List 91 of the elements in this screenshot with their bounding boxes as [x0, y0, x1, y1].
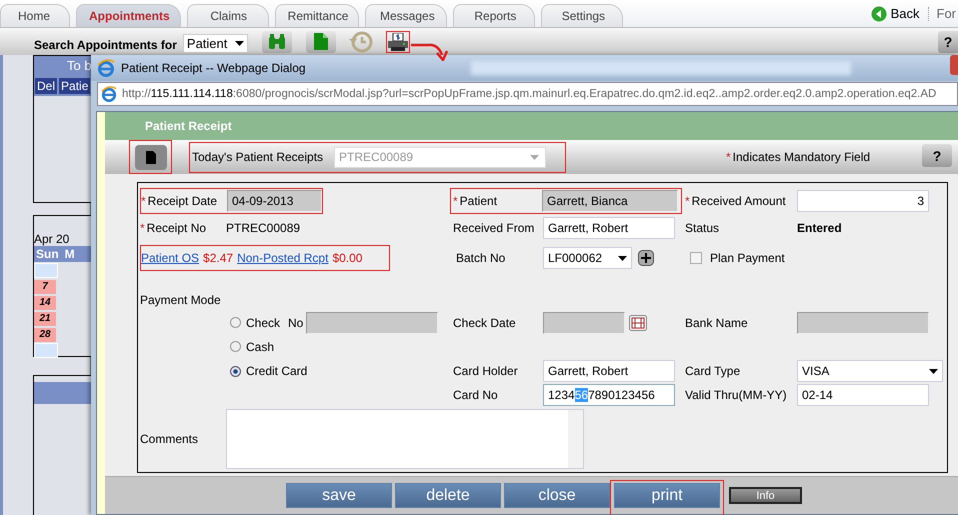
- radio-label: Cash: [246, 340, 274, 354]
- address-field[interactable]: http://115.111.114.118:6080/prognocis/scrModal.jsp?url=scrPopUpFrame.jsp.qm.mainurl.eq.Erapatrec.do.qm2.id.eq2..amp2.order.eq2.0.amp2.operation.eq2.AD: [97, 82, 958, 106]
- caret-icon: [929, 368, 938, 374]
- nav-tab[interactable]: Home: [0, 4, 70, 27]
- field-label: Valid Thru(MM-YY): [685, 388, 788, 402]
- field-label: Received From: [453, 220, 536, 234]
- back-link[interactable]: Back: [890, 6, 920, 21]
- field-label: Check Date: [453, 316, 517, 330]
- calendar-month: Apr 20: [34, 232, 70, 246]
- field-label: * Received Amount: [685, 194, 787, 208]
- document-icon: [146, 150, 156, 164]
- new-receipt-button[interactable]: [134, 144, 166, 170]
- action-button[interactable]: delete: [395, 483, 501, 508]
- column-header: Patie: [59, 78, 90, 94]
- radio-label: Check: [246, 316, 280, 330]
- field-label: * Patient: [453, 194, 498, 208]
- scrollbar[interactable]: [568, 410, 583, 468]
- add-icon[interactable]: [638, 250, 654, 266]
- nav-tab[interactable]: Settings: [541, 4, 624, 27]
- curved-arrow-icon: [410, 41, 450, 61]
- calendar-day[interactable]: [34, 343, 58, 358]
- forward-link[interactable]: For: [936, 6, 956, 21]
- document-icon: [314, 33, 328, 50]
- dialog-title: Patient Receipt -- Webpage Dialog: [121, 60, 306, 75]
- card-number-field[interactable]: 1234567890123456: [543, 384, 675, 406]
- checkbox-label: Plan Payment: [710, 251, 785, 265]
- field-label: Batch No: [455, 251, 506, 265]
- radio-button[interactable]: [230, 366, 241, 376]
- radio-button[interactable]: [230, 341, 241, 352]
- column-header: Del: [35, 78, 58, 94]
- plan-payment-checkbox[interactable]: [690, 252, 702, 264]
- nav-tab[interactable]: Messages: [365, 4, 448, 27]
- status-value: Entered: [797, 220, 843, 234]
- field-label: * Receipt No: [140, 220, 208, 234]
- action-button[interactable]: close: [504, 483, 610, 508]
- field-label: Bank Name: [685, 316, 749, 330]
- amount-text: $2.47: [203, 251, 234, 265]
- action-button[interactable]: save: [286, 483, 392, 508]
- new-document-button[interactable]: [306, 30, 336, 52]
- caret-icon: [530, 154, 540, 160]
- weekday-header: Sun: [36, 247, 59, 261]
- caret-icon: [618, 256, 627, 260]
- received-from-field[interactable]: Garrett, Robert: [543, 216, 675, 238]
- page-title: Patient Receipt: [145, 119, 232, 133]
- binoculars-button[interactable]: [262, 30, 292, 52]
- calendar-day[interactable]: 21: [34, 312, 56, 326]
- card-type-dropdown[interactable]: VISA: [797, 360, 943, 382]
- nav-tab[interactable]: Claims: [186, 4, 269, 27]
- weekday-header: M: [64, 247, 75, 261]
- browser-icon: [97, 58, 115, 77]
- search-by-dropdown[interactable]: Patient: [182, 34, 248, 53]
- card-holder-field[interactable]: Garrett, Robert: [543, 360, 675, 382]
- nav-tab[interactable]: Reports: [453, 4, 536, 27]
- binoculars-icon: [267, 34, 288, 50]
- calendar-day[interactable]: [34, 263, 58, 278]
- field-label: Card No: [453, 388, 499, 402]
- history-icon[interactable]: [348, 30, 374, 54]
- close-button[interactable]: [950, 55, 958, 75]
- calendar-icon[interactable]: [629, 314, 647, 330]
- radio-label: Credit Card: [246, 364, 308, 378]
- field-label: Comments: [140, 432, 200, 446]
- action-button[interactable]: print: [614, 483, 720, 508]
- help-button[interactable]: ?: [922, 144, 952, 167]
- patient-os-link[interactable]: Patient OS: [141, 251, 200, 265]
- receipts-label: Today's Patient Receipts: [192, 150, 324, 164]
- received-amount-field[interactable]: 3: [797, 190, 929, 212]
- valid-thru-field[interactable]: 02-14: [797, 384, 929, 406]
- field-label: Card Type: [685, 364, 742, 378]
- mandatory-note: * Indicates Mandatory Field: [726, 150, 870, 164]
- comments-field[interactable]: [226, 409, 584, 469]
- calendar-day[interactable]: 7: [34, 280, 56, 294]
- non-posted-link[interactable]: Non-Posted Rcpt: [237, 251, 328, 265]
- payment-mode-label: Payment Mode: [140, 293, 222, 307]
- batch-number-dropdown[interactable]: LF000062: [543, 247, 632, 269]
- field-label: Card Holder: [453, 364, 519, 378]
- field-label: Status: [685, 220, 720, 234]
- calendar-day[interactable]: 14: [34, 296, 56, 310]
- radio-button[interactable]: [230, 317, 241, 328]
- info-button[interactable]: Info: [729, 487, 802, 504]
- field-label: * Receipt Date: [141, 194, 218, 208]
- field-label: No: [288, 316, 304, 330]
- receipt-number: PTREC00089: [226, 220, 302, 234]
- caret-icon: [235, 41, 244, 46]
- help-button[interactable]: ?: [938, 31, 958, 53]
- amount-text: $0.00: [332, 251, 362, 265]
- printer-button[interactable]: [386, 30, 410, 52]
- search-label: Search Appointments for: [34, 38, 177, 52]
- nav-tab[interactable]: Appointments: [76, 4, 181, 27]
- calendar-day[interactable]: 28: [34, 328, 56, 342]
- nav-tab[interactable]: Remittance: [274, 4, 360, 27]
- browser-icon: [101, 86, 117, 102]
